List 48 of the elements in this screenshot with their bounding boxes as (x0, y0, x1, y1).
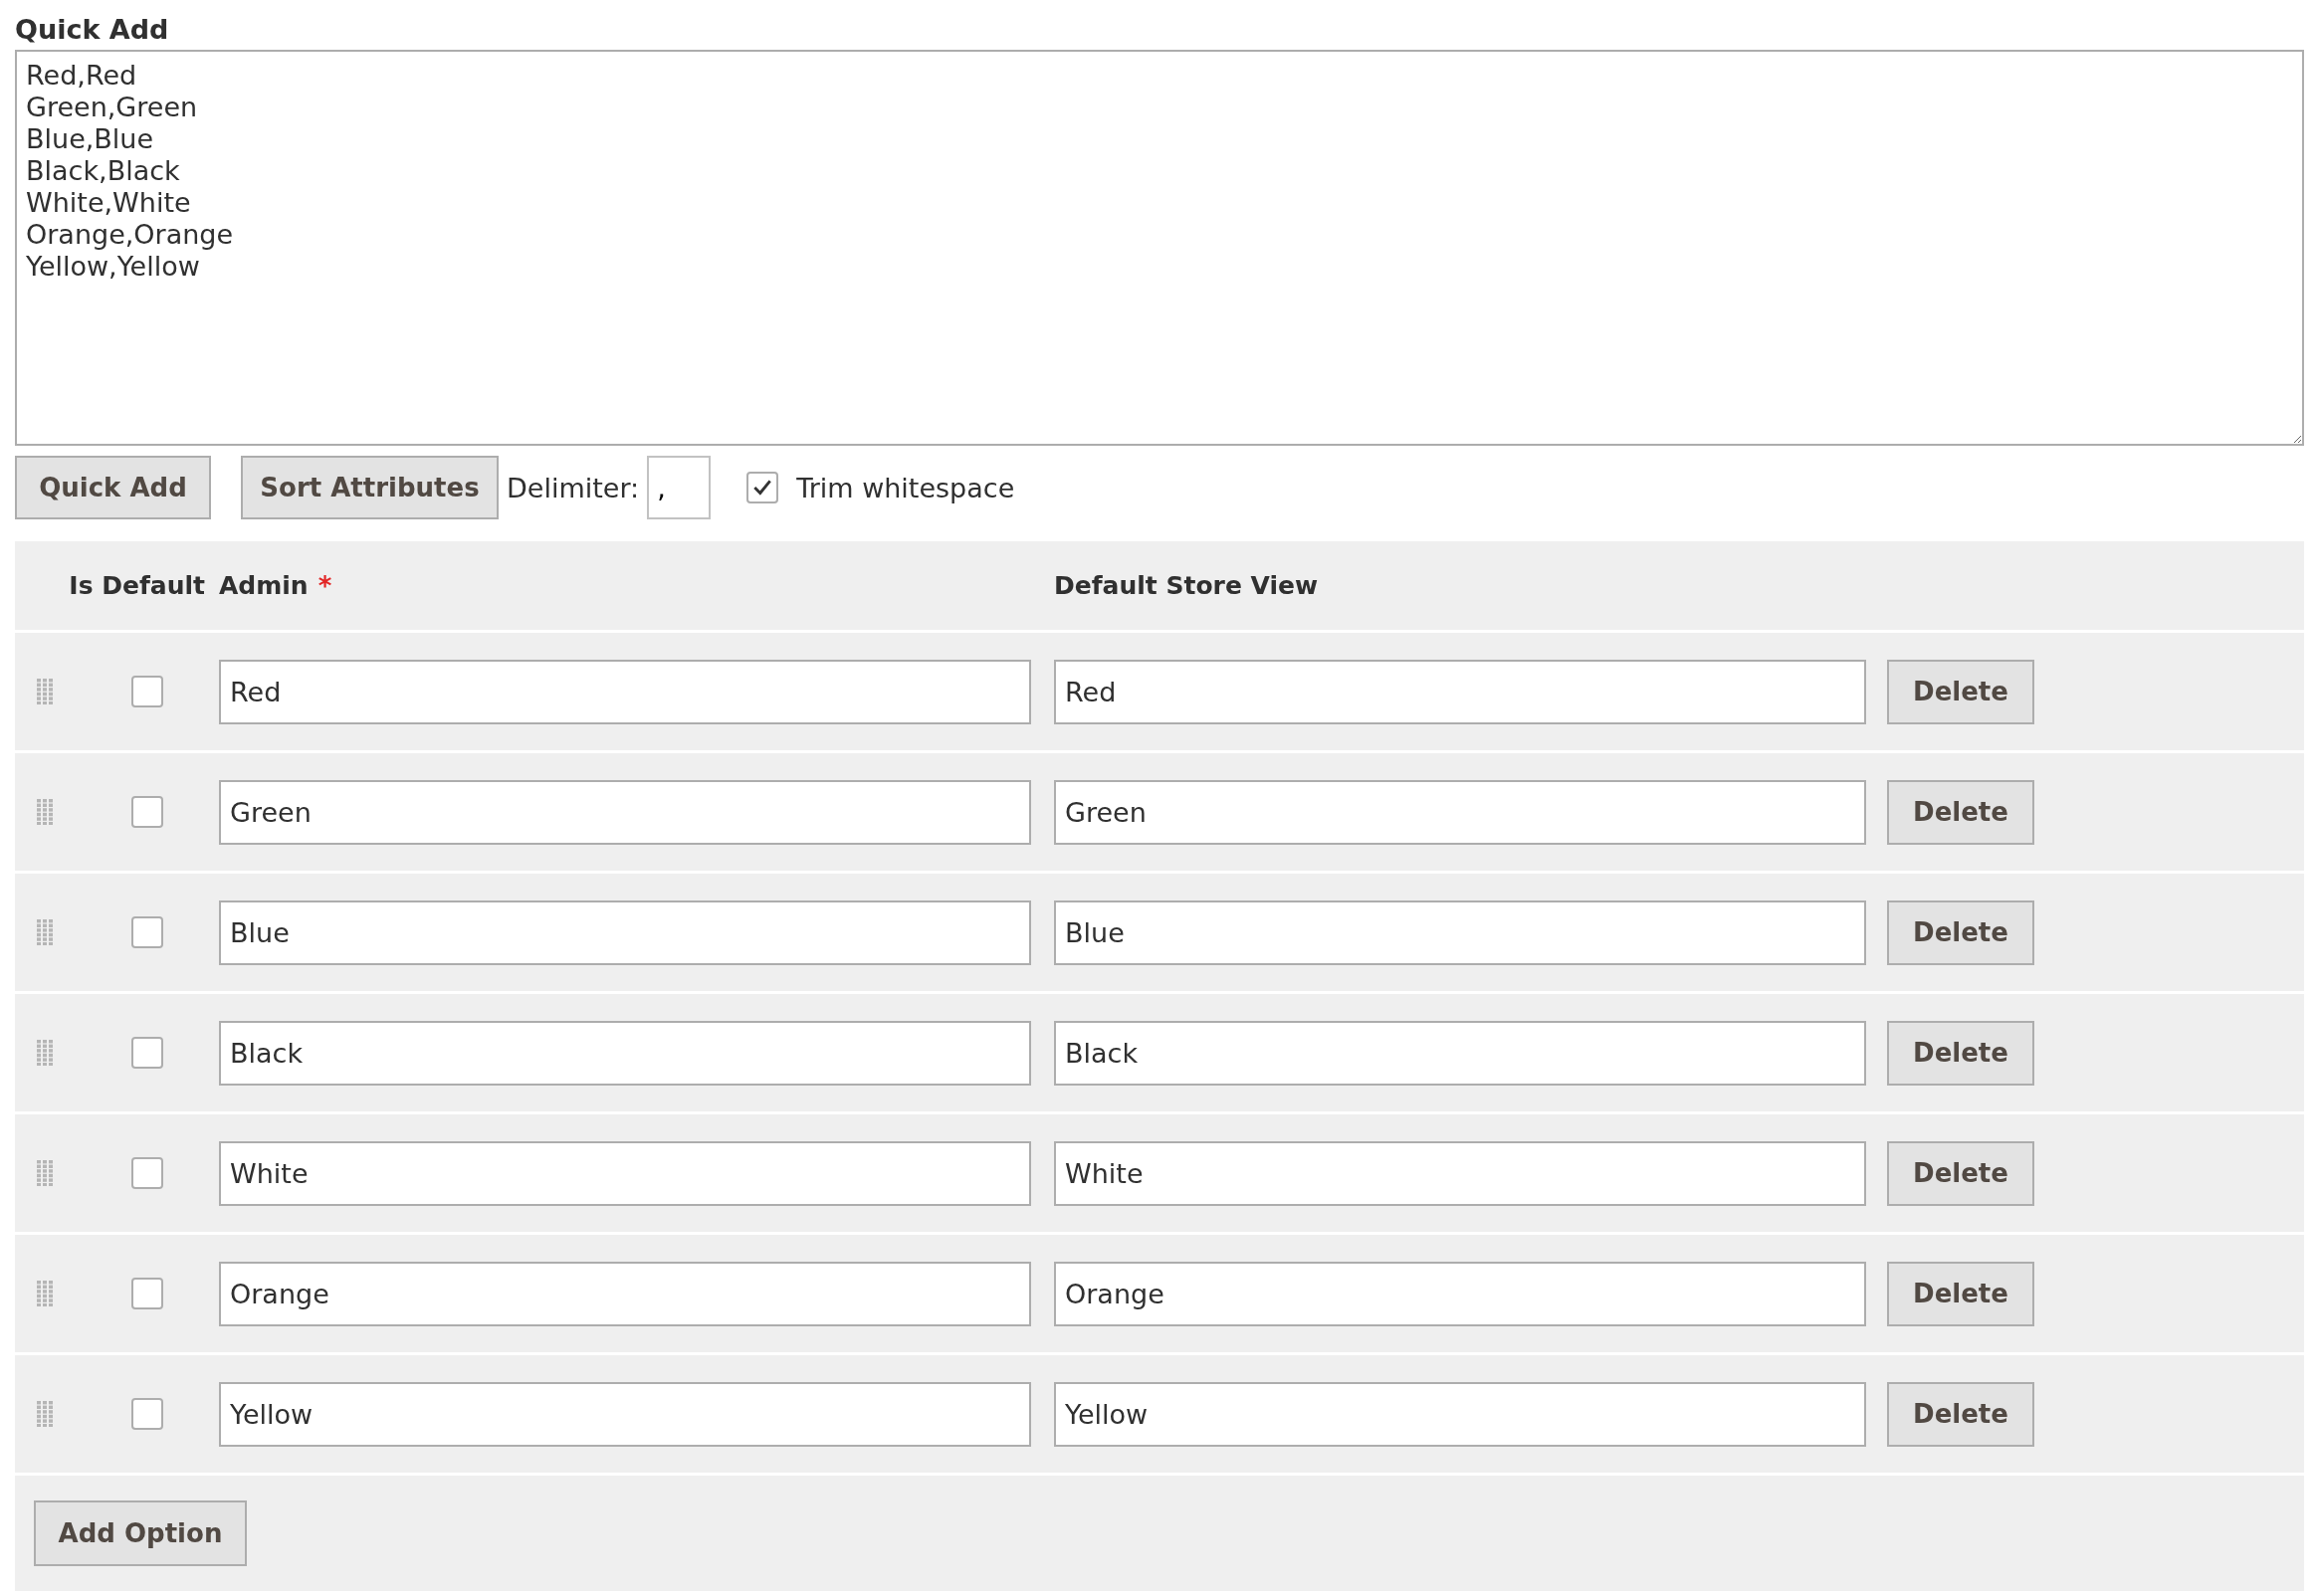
is-default-checkbox[interactable] (130, 676, 163, 707)
column-header: Default Store View (1054, 571, 1319, 600)
admin-value-field[interactable]: Yellow (219, 1381, 1031, 1447)
store-view-value-field[interactable]: Red (1054, 659, 1866, 724)
trim-whitespace-label: Trim whitespace (796, 472, 1015, 503)
store-view-value-field[interactable]: Orange (1054, 1261, 1866, 1326)
delete-button[interactable]: Delete (1887, 779, 2034, 845)
admin-value-field[interactable]: Orange (219, 1261, 1031, 1326)
column-header: Is Default (69, 571, 205, 600)
trim-whitespace-checkbox[interactable] (746, 472, 779, 503)
admin-value-field[interactable]: White (219, 1140, 1031, 1206)
drag-handle-icon[interactable] (36, 1281, 54, 1306)
section-title: Quick Add (15, 13, 170, 47)
delimiter-label: Delimiter: (507, 472, 640, 503)
admin-value-field[interactable]: Black (219, 1020, 1031, 1086)
quick-add-field[interactable]: Red,Red Green,Green Blue,Blue Black,Black White,White Orange,Orange Yellow,Yellow (15, 50, 2304, 446)
is-default-checkbox[interactable] (130, 1278, 163, 1309)
drag-handle-icon[interactable] (36, 1160, 54, 1186)
delete-button[interactable]: Delete (1887, 1140, 2034, 1206)
column-header: Admin (219, 571, 309, 600)
delete-button[interactable]: Delete (1887, 1381, 2034, 1447)
drag-handle-icon[interactable] (36, 679, 54, 704)
delete-button[interactable]: Delete (1887, 659, 2034, 724)
is-default-checkbox[interactable] (130, 1398, 163, 1430)
store-view-value-field[interactable]: Blue (1054, 899, 1866, 965)
store-view-value-field[interactable]: Black (1054, 1020, 1866, 1086)
drag-handle-icon[interactable] (36, 1401, 54, 1427)
is-default-checkbox[interactable] (130, 1037, 163, 1069)
is-default-checkbox[interactable] (130, 916, 163, 948)
delete-button[interactable]: Delete (1887, 899, 2034, 965)
delete-button[interactable]: Delete (1887, 1020, 2034, 1086)
store-view-value-field[interactable]: Green (1054, 779, 1866, 845)
admin-value-field[interactable]: Red (219, 659, 1031, 724)
drag-handle-icon[interactable] (36, 919, 54, 945)
admin-value-field[interactable]: Green (219, 779, 1031, 845)
delimiter-field[interactable]: , (647, 456, 712, 519)
is-default-checkbox[interactable] (130, 796, 163, 828)
required-mark: * (317, 570, 332, 601)
add-option-button[interactable]: Add Option (34, 1500, 247, 1566)
quick-add-button[interactable]: Quick Add (15, 456, 211, 519)
delete-button[interactable]: Delete (1887, 1261, 2034, 1326)
drag-handle-icon[interactable] (36, 799, 54, 825)
store-view-value-field[interactable]: Yellow (1054, 1381, 1866, 1447)
is-default-checkbox[interactable] (130, 1157, 163, 1189)
sort-attributes-button[interactable]: Sort Attributes (241, 456, 499, 519)
admin-value-field[interactable]: Blue (219, 899, 1031, 965)
drag-handle-icon[interactable] (36, 1040, 54, 1066)
store-view-value-field[interactable]: White (1054, 1140, 1866, 1206)
